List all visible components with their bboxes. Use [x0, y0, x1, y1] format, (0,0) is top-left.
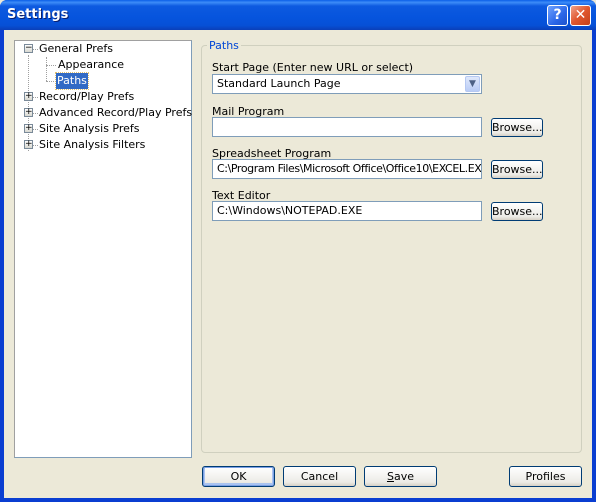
collapse-icon[interactable]: −: [24, 44, 33, 53]
tree-item-label: Record/Play Prefs: [39, 90, 135, 103]
tree-item-label: Paths: [55, 72, 89, 90]
expand-icon[interactable]: +: [24, 92, 33, 101]
window-title: Settings: [7, 7, 69, 22]
mail-program-input[interactable]: [212, 117, 482, 137]
expand-icon[interactable]: +: [24, 108, 33, 117]
dialog-body: − General Prefs Appearance Paths + Recor…: [4, 30, 592, 498]
tree-connector: [28, 55, 29, 151]
spreadsheet-program-browse-button[interactable]: Browse...: [491, 160, 543, 179]
mail-program-browse-button[interactable]: Browse...: [491, 118, 543, 137]
tree-item-label: Site Analysis Filters: [39, 138, 146, 151]
settings-tree[interactable]: − General Prefs Appearance Paths + Recor…: [14, 40, 192, 458]
spreadsheet-program-input[interactable]: C:\Program Files\Microsoft Office\Office…: [212, 159, 482, 179]
title-bar[interactable]: Settings ? ✕: [0, 0, 596, 30]
paths-group-title: Paths: [207, 39, 241, 52]
tree-connector: [46, 81, 56, 82]
settings-window: Settings ? ✕ − General Prefs Appearance …: [0, 0, 596, 502]
tree-connector: [46, 57, 47, 81]
close-icon: ✕: [574, 7, 587, 23]
start-page-label: Start Page (Enter new URL or select): [212, 61, 414, 74]
save-mnemonic: S: [386, 470, 394, 483]
text-editor-input[interactable]: C:\Windows\NOTEPAD.EXE: [212, 201, 482, 221]
expand-icon[interactable]: +: [24, 124, 33, 133]
ok-button[interactable]: OK: [202, 466, 275, 487]
chevron-down-icon[interactable]: ▼: [465, 76, 480, 92]
tree-item-label: Appearance: [58, 58, 125, 71]
start-page-value: Standard Launch Page: [217, 77, 341, 90]
tree-item-label: Advanced Record/Play Prefs: [39, 106, 193, 119]
tree-item-label: General Prefs: [39, 42, 113, 55]
text-editor-browse-button[interactable]: Browse...: [491, 202, 543, 221]
save-label-rest: ave: [393, 470, 414, 483]
start-page-combobox[interactable]: Standard Launch Page ▼: [212, 74, 482, 94]
profiles-button[interactable]: Profiles: [509, 466, 582, 487]
cancel-button[interactable]: Cancel: [283, 466, 356, 487]
tree-item-label: Site Analysis Prefs: [39, 122, 140, 135]
close-button[interactable]: ✕: [570, 5, 591, 26]
save-button[interactable]: Save: [364, 466, 437, 487]
expand-icon[interactable]: +: [24, 140, 33, 149]
tree-connector: [46, 65, 56, 66]
help-icon: ?: [553, 7, 562, 23]
help-button[interactable]: ?: [547, 5, 568, 26]
